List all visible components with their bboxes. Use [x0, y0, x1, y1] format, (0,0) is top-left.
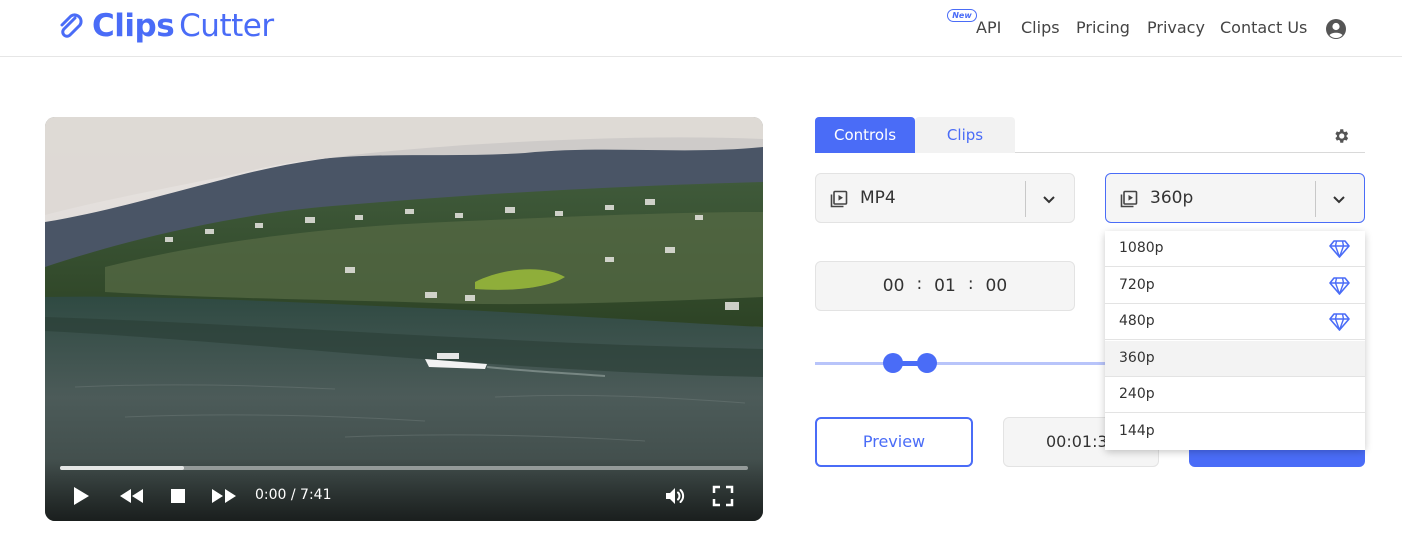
- video-player[interactable]: 0:00 / 7:41: [45, 117, 763, 521]
- resolution-dropdown: 1080p 720p 480p 360p 240p 144p: [1105, 231, 1365, 450]
- fast-forward-icon[interactable]: [209, 484, 239, 508]
- diamond-icon: [1329, 313, 1350, 331]
- range-start-handle[interactable]: [883, 353, 903, 373]
- fullscreen-icon[interactable]: [711, 484, 735, 508]
- diamond-icon: [1329, 277, 1350, 295]
- format-value: MP4: [860, 188, 896, 208]
- nav-pricing[interactable]: Pricing: [1076, 18, 1130, 37]
- chevron-down-icon[interactable]: [1041, 191, 1057, 207]
- play-icon[interactable]: [69, 484, 93, 508]
- resolution-option-label: 240p: [1119, 386, 1155, 402]
- resolution-option[interactable]: 360p: [1105, 341, 1365, 377]
- panel-tabs: Controls Clips: [815, 117, 1365, 153]
- gear-icon[interactable]: [1332, 127, 1350, 145]
- nav-privacy[interactable]: Privacy: [1147, 18, 1205, 37]
- resolution-option[interactable]: 720p: [1105, 268, 1365, 304]
- chevron-down-icon[interactable]: [1331, 191, 1347, 207]
- select-divider: [1315, 181, 1316, 217]
- nav-contact-us[interactable]: Contact Us: [1220, 18, 1307, 37]
- paperclip-logo-icon: [60, 13, 83, 38]
- header: Clips Cutter New API Clips Pricing Privac…: [0, 0, 1402, 57]
- time-separator: :: [916, 274, 923, 294]
- range-end-handle[interactable]: [917, 353, 937, 373]
- video-file-icon: [830, 190, 848, 208]
- select-divider: [1025, 181, 1026, 217]
- time-separator: :: [967, 274, 974, 294]
- logo-text-part2: Cutter: [179, 8, 274, 44]
- stop-icon[interactable]: [166, 484, 190, 508]
- format-select[interactable]: MP4: [815, 173, 1075, 223]
- resolution-option-label: 720p: [1119, 277, 1155, 293]
- new-badge: New: [947, 9, 977, 22]
- start-minutes[interactable]: 01: [934, 276, 956, 296]
- video-file-icon: [1120, 190, 1138, 208]
- start-seconds[interactable]: 00: [986, 276, 1008, 296]
- diamond-icon: [1329, 240, 1350, 258]
- progress-track[interactable]: [60, 466, 748, 470]
- logo[interactable]: Clips Cutter: [56, 8, 274, 44]
- time-display: 0:00 / 7:41: [255, 487, 332, 503]
- progress-fill: [60, 466, 184, 470]
- resolution-option-label: 480p: [1119, 313, 1155, 329]
- resolution-option-label: 144p: [1119, 423, 1155, 439]
- resolution-value: 360p: [1150, 188, 1194, 208]
- logo-text: Clips Cutter: [92, 8, 274, 44]
- start-time-input[interactable]: 00 : 01 : 00: [815, 261, 1075, 311]
- start-hours[interactable]: 00: [883, 276, 905, 296]
- logo-text-part1: Clips: [92, 8, 175, 44]
- resolution-option-label: 1080p: [1119, 240, 1164, 256]
- resolution-select[interactable]: 360p: [1105, 173, 1365, 223]
- nav-api[interactable]: API: [976, 18, 1001, 37]
- resolution-option[interactable]: 480p: [1105, 304, 1365, 340]
- user-circle-icon[interactable]: [1325, 18, 1347, 40]
- nav-clips[interactable]: Clips: [1021, 18, 1060, 37]
- rewind-icon[interactable]: [117, 484, 145, 508]
- resolution-option[interactable]: 144p: [1105, 414, 1365, 450]
- resolution-option[interactable]: 1080p: [1105, 231, 1365, 267]
- tab-clips[interactable]: Clips: [915, 117, 1015, 153]
- clip-range-track[interactable]: [815, 362, 1105, 365]
- resolution-option[interactable]: 240p: [1105, 377, 1365, 413]
- preview-button[interactable]: Preview: [815, 417, 973, 467]
- resolution-option-label: 360p: [1119, 350, 1155, 366]
- volume-icon[interactable]: [663, 484, 687, 508]
- tab-controls[interactable]: Controls: [815, 117, 915, 153]
